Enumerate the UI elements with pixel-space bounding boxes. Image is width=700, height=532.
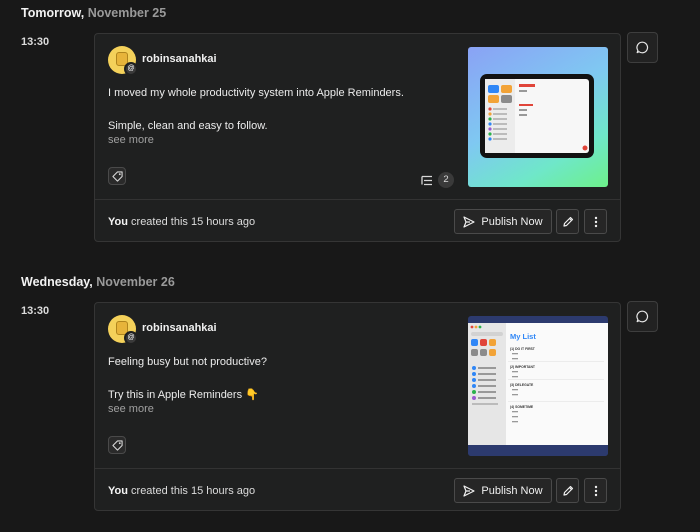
post-paragraph: Feeling busy but not productive? bbox=[108, 356, 267, 368]
threads-icon: @ bbox=[124, 331, 138, 345]
post-time: 13:30 bbox=[21, 305, 50, 317]
more-button[interactable] bbox=[584, 209, 607, 234]
created-info: You created this 15 hours ago bbox=[108, 216, 255, 228]
post-paragraph: Simple, clean and easy to follow. bbox=[108, 120, 268, 132]
day-header-nov-26: Wednesday, November 26 bbox=[21, 275, 175, 289]
thumb-section-3: (3) DELEGATE bbox=[510, 383, 534, 387]
creator: You bbox=[108, 216, 128, 228]
see-more-link[interactable]: see more bbox=[108, 403, 154, 415]
post-card[interactable]: @ robinsanahkai Feeling busy but not pro… bbox=[94, 302, 621, 511]
date-label: November 25 bbox=[87, 6, 167, 20]
publish-now-button[interactable]: Publish Now bbox=[454, 209, 552, 234]
thumb-section-2: (2) IMPORTANT bbox=[510, 365, 536, 369]
thumb-section-4: (4) SOMETIME bbox=[510, 405, 534, 409]
post-time: 13:30 bbox=[21, 36, 50, 48]
tag-button[interactable] bbox=[108, 167, 126, 185]
publish-label: Publish Now bbox=[481, 215, 543, 228]
username[interactable]: robinsanahkai bbox=[142, 53, 217, 65]
avatar[interactable]: @ bbox=[108, 46, 138, 76]
post-content[interactable]: Feeling busy but not productive? Try thi… bbox=[108, 354, 448, 404]
created-time: created this 15 hours ago bbox=[127, 485, 256, 497]
card-divider bbox=[95, 199, 620, 200]
publish-now-button[interactable]: Publish Now bbox=[454, 478, 552, 503]
threads-icon: @ bbox=[124, 62, 138, 76]
created-time: created this 15 hours ago bbox=[127, 216, 256, 228]
creator: You bbox=[108, 485, 128, 497]
post-paragraph: I moved my whole productivity system int… bbox=[108, 87, 404, 99]
comment-icon bbox=[636, 310, 649, 323]
send-icon bbox=[463, 484, 476, 497]
date-label: November 26 bbox=[96, 275, 175, 289]
comment-button[interactable] bbox=[627, 32, 658, 63]
post-paragraph: Try this in Apple Reminders 👇 bbox=[108, 389, 259, 401]
see-more-link[interactable]: see more bbox=[108, 134, 154, 146]
pencil-icon bbox=[562, 485, 573, 496]
tag-icon bbox=[112, 171, 123, 182]
thread-list-icon bbox=[421, 175, 432, 185]
comment-button[interactable] bbox=[627, 301, 658, 332]
post-card[interactable]: @ robinsanahkai I moved my whole product… bbox=[94, 33, 621, 242]
reminders-screenshot: My List (1) DO IT FIRST (2) IMPORTANT (3… bbox=[468, 325, 608, 456]
day-label: Tomorrow, bbox=[21, 6, 85, 20]
username[interactable]: robinsanahkai bbox=[142, 322, 217, 334]
ipad-screenshot bbox=[480, 74, 594, 158]
avatar[interactable]: @ bbox=[108, 315, 138, 345]
comment-icon bbox=[636, 41, 649, 54]
day-label: Wednesday, bbox=[21, 275, 93, 289]
pencil-icon bbox=[562, 216, 573, 227]
day-header-nov-25: Tomorrow, November 25 bbox=[21, 6, 166, 20]
send-icon bbox=[463, 215, 476, 228]
post-content[interactable]: I moved my whole productivity system int… bbox=[108, 85, 448, 135]
thumb-list-title: My List bbox=[510, 332, 536, 341]
tag-button[interactable] bbox=[108, 436, 126, 454]
more-vertical-icon bbox=[594, 216, 597, 227]
thread-count: 2 bbox=[438, 172, 454, 188]
publish-label: Publish Now bbox=[481, 484, 543, 497]
more-button[interactable] bbox=[584, 478, 607, 503]
post-image[interactable] bbox=[468, 47, 608, 187]
edit-button[interactable] bbox=[556, 209, 579, 234]
thumb-section-1: (1) DO IT FIRST bbox=[510, 347, 536, 351]
created-info: You created this 15 hours ago bbox=[108, 485, 255, 497]
tag-icon bbox=[112, 440, 123, 451]
edit-button[interactable] bbox=[556, 478, 579, 503]
card-divider bbox=[95, 468, 620, 469]
more-vertical-icon bbox=[594, 485, 597, 496]
thread-indicator[interactable]: 2 bbox=[421, 172, 454, 188]
post-image[interactable]: My List (1) DO IT FIRST (2) IMPORTANT (3… bbox=[468, 316, 608, 456]
